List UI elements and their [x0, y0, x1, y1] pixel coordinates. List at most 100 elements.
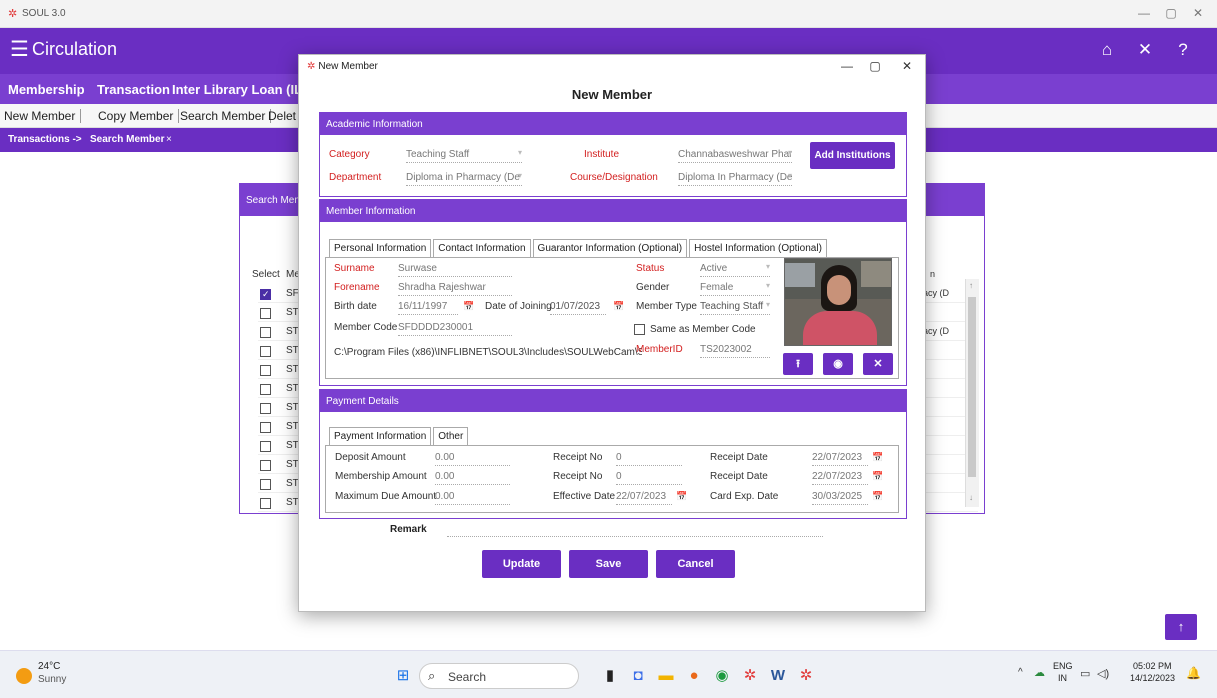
forename-label: Forename: [334, 282, 380, 293]
receipt-date-input-2[interactable]: 22/07/2023: [812, 471, 868, 485]
tab-payment-info[interactable]: Payment Information: [329, 427, 432, 445]
dialog-close-button[interactable]: ✕: [897, 59, 917, 73]
clock-time[interactable]: 05:02 PM: [1133, 661, 1172, 671]
notification-bell-icon[interactable]: 🔔: [1186, 666, 1201, 680]
row-select-checkbox[interactable]: [260, 365, 271, 376]
department-select[interactable]: Diploma in Pharmacy (De ▾: [406, 172, 522, 186]
hamburger-menu-icon[interactable]: ☰: [10, 37, 29, 62]
task-view-icon[interactable]: ▮: [600, 666, 620, 686]
calendar-icon[interactable]: 📅: [676, 491, 687, 502]
table-scrollbar[interactable]: ↑ ↓: [965, 279, 979, 507]
breadcrumb-parent[interactable]: Transactions ->: [8, 134, 82, 145]
help-icon[interactable]: ?: [1172, 40, 1194, 60]
doj-input[interactable]: 01/07/2023: [550, 301, 606, 315]
remove-photo-icon[interactable]: ✕: [863, 353, 893, 375]
update-button[interactable]: Update: [482, 550, 561, 578]
calendar-icon[interactable]: 📅: [613, 301, 624, 312]
chrome-icon[interactable]: ◉: [712, 666, 732, 686]
dialog-maximize-button[interactable]: ▢: [865, 59, 885, 73]
language-indicator[interactable]: ENG: [1053, 661, 1073, 671]
row-select-checkbox[interactable]: [260, 441, 271, 452]
member-code-input[interactable]: SFDDDD230001: [398, 322, 512, 336]
birth-date-input[interactable]: 16/11/1997: [398, 301, 458, 315]
member-type-select[interactable]: Teaching Staff ▾: [700, 301, 770, 315]
gender-select[interactable]: Female ▾: [700, 282, 770, 296]
status-select[interactable]: Active ▾: [700, 263, 770, 277]
remark-input[interactable]: [447, 536, 823, 537]
tab-guarantor-info[interactable]: Guarantor Information (Optional): [532, 239, 688, 257]
onedrive-icon[interactable]: ☁: [1034, 666, 1045, 679]
word-icon[interactable]: W: [768, 666, 788, 686]
membership-amount-input[interactable]: 0.00: [435, 471, 510, 485]
soul-app-icon-2[interactable]: ✲: [796, 666, 816, 686]
row-select-checkbox[interactable]: [260, 479, 271, 490]
calendar-icon[interactable]: 📅: [872, 491, 883, 502]
row-select-checkbox[interactable]: [260, 498, 271, 509]
calendar-icon[interactable]: 📅: [872, 452, 883, 463]
scroll-thumb[interactable]: [968, 297, 976, 477]
soul-app-icon[interactable]: ✲: [740, 666, 760, 686]
category-select[interactable]: Teaching Staff ▾: [406, 149, 522, 163]
tab-hostel-info[interactable]: Hostel Information (Optional): [689, 239, 827, 257]
camera-icon[interactable]: ◉: [823, 353, 853, 375]
deposit-input[interactable]: 0.00: [435, 452, 510, 466]
dialog-minimize-button[interactable]: —: [837, 59, 857, 73]
firefox-icon[interactable]: ●: [684, 666, 704, 686]
file-explorer-icon[interactable]: ▬: [656, 666, 676, 686]
row-select-checkbox[interactable]: [260, 308, 271, 319]
scroll-down-icon[interactable]: ↓: [969, 493, 973, 502]
max-due-input[interactable]: 0.00: [435, 491, 510, 505]
volume-icon[interactable]: ◁): [1097, 667, 1109, 680]
nav-membership[interactable]: Membership: [8, 82, 85, 97]
tab-other[interactable]: Other: [433, 427, 469, 445]
minimize-button[interactable]: —: [1132, 6, 1156, 20]
row-select-checkbox[interactable]: [260, 403, 271, 414]
close-icon[interactable]: ✕: [1134, 40, 1156, 60]
taskbar-search-box[interactable]: ⌕ Search: [419, 663, 579, 689]
cancel-button[interactable]: Cancel: [656, 550, 735, 578]
home-icon[interactable]: ⌂: [1096, 40, 1118, 60]
membership-amount-label: Membership Amount: [335, 471, 427, 482]
calendar-icon[interactable]: 📅: [463, 301, 474, 312]
weather-temp[interactable]: 24°C: [38, 661, 60, 672]
forename-input[interactable]: Shradha Rajeshwar: [398, 282, 512, 296]
row-select-checkbox[interactable]: [260, 346, 271, 357]
weather-sun-icon[interactable]: [16, 668, 32, 684]
institute-select[interactable]: Channabasweshwar Phari ▾: [678, 149, 792, 163]
surname-input[interactable]: Surwase: [398, 263, 512, 277]
row-select-checkbox[interactable]: [260, 384, 271, 395]
scroll-top-icon[interactable]: ↑: [1165, 614, 1197, 640]
course-select[interactable]: Diploma In Pharmacy (De ▾: [678, 172, 792, 186]
receipt-no-input[interactable]: 0: [616, 452, 682, 466]
memberid-input[interactable]: TS2023002: [700, 344, 770, 358]
tray-chevron-up-icon[interactable]: ^: [1018, 667, 1023, 678]
subnav-copy-member[interactable]: Copy Member: [98, 109, 180, 123]
breadcrumb-close-icon[interactable]: ×: [166, 134, 172, 145]
scroll-up-icon[interactable]: ↑: [969, 281, 973, 290]
card-exp-input[interactable]: 30/03/2025: [812, 491, 868, 505]
receipt-date-input[interactable]: 22/07/2023: [812, 452, 868, 466]
subnav-search-member[interactable]: Search Member: [180, 109, 272, 123]
tab-contact-info[interactable]: Contact Information: [433, 239, 531, 257]
windows-start-icon[interactable]: ⊞: [393, 666, 413, 686]
close-window-button[interactable]: ✕: [1186, 6, 1210, 20]
nav-transaction[interactable]: Transaction: [97, 82, 170, 97]
network-icon[interactable]: ▭: [1080, 667, 1090, 680]
add-institutions-button[interactable]: Add Institutions: [810, 142, 895, 169]
row-select-checkbox[interactable]: [260, 289, 271, 300]
row-select-checkbox[interactable]: [260, 422, 271, 433]
maximize-button[interactable]: ▢: [1159, 6, 1183, 20]
tab-personal-info[interactable]: Personal Information: [329, 239, 432, 257]
subnav-new-member[interactable]: New Member: [4, 109, 82, 123]
chat-icon[interactable]: ◘: [628, 666, 648, 686]
nav-ill[interactable]: Inter Library Loan (ILL): [172, 82, 314, 97]
upload-icon[interactable]: ⭱: [783, 353, 813, 375]
effective-date-input[interactable]: 22/07/2023: [616, 491, 672, 505]
subnav-delete[interactable]: Delet: [268, 109, 301, 123]
row-select-checkbox[interactable]: [260, 460, 271, 471]
save-button[interactable]: Save: [569, 550, 648, 578]
receipt-no-input-2[interactable]: 0: [616, 471, 682, 485]
calendar-icon[interactable]: 📅: [872, 471, 883, 482]
row-select-checkbox[interactable]: [260, 327, 271, 338]
same-as-code-checkbox[interactable]: [634, 324, 645, 335]
